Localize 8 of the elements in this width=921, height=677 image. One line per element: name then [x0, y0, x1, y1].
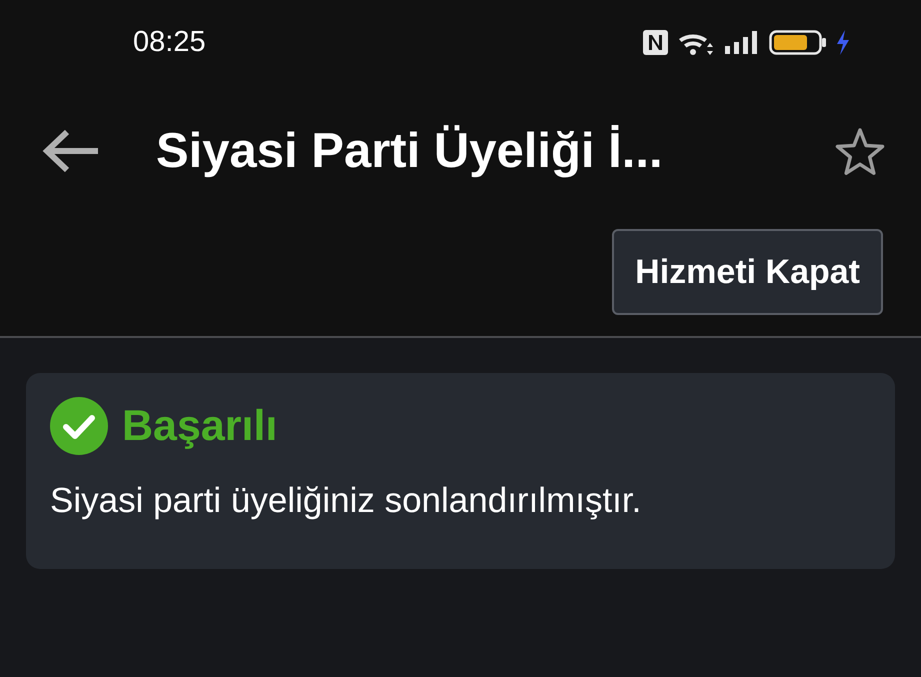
page-title: Siyasi Parti Üyeliği İ...	[156, 123, 664, 179]
nfc-icon	[642, 29, 669, 56]
battery-icon	[769, 29, 827, 56]
close-service-button[interactable]: Hizmeti Kapat	[612, 229, 883, 315]
charging-icon	[835, 29, 851, 56]
status-title: Başarılı	[122, 402, 278, 450]
status-message: Siyasi parti üyeliğiniz sonlandırılmıştır.	[50, 481, 642, 521]
clock: 08:25	[133, 26, 207, 59]
